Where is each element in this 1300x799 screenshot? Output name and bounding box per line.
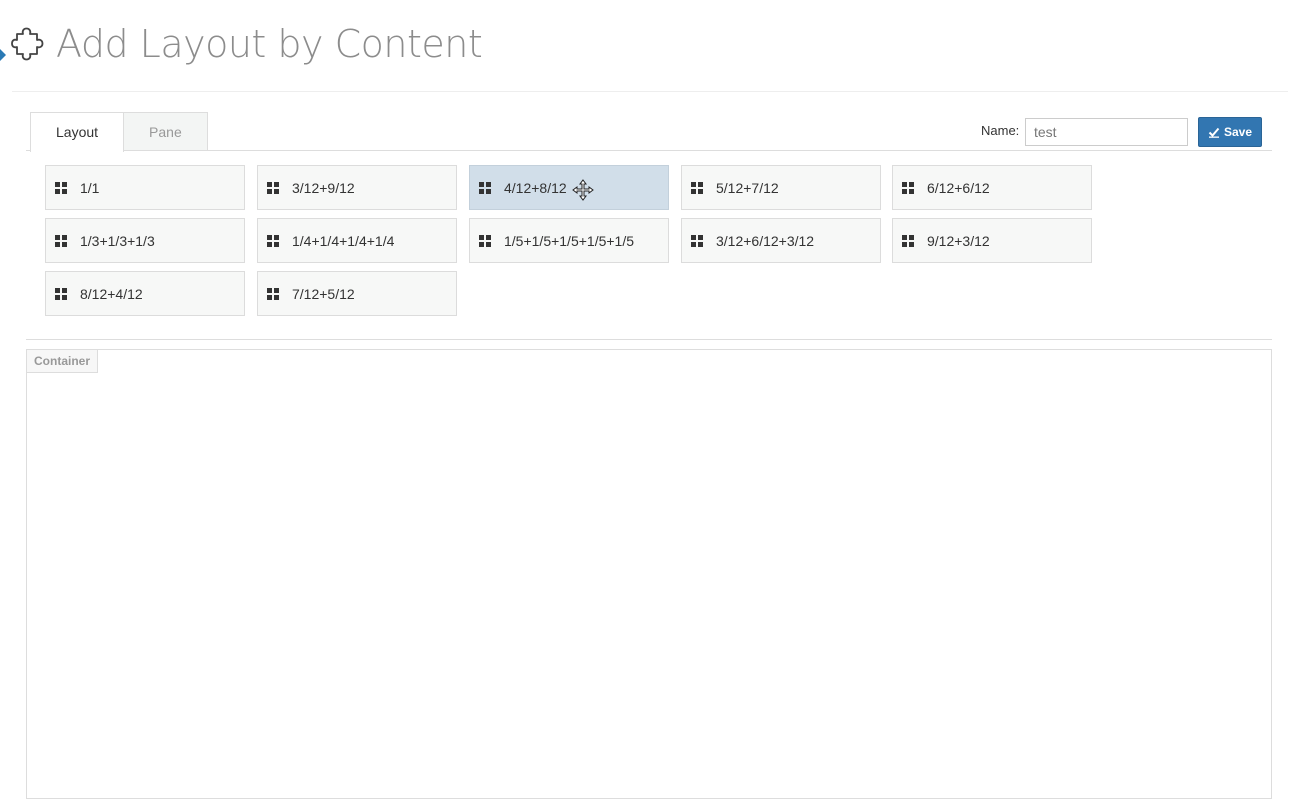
- active-page-marker: [0, 49, 6, 61]
- grid-icon: [55, 287, 67, 300]
- grid-icon: [691, 181, 703, 194]
- save-button-label: Save: [1223, 125, 1253, 139]
- layout-label: 1/3+1/3+1/3: [80, 232, 155, 249]
- grid-icon: [267, 287, 279, 300]
- layout-label: 9/12+3/12: [927, 232, 990, 249]
- layout-label: 1/5+1/5+1/5+1/5+1/5: [504, 232, 635, 249]
- layout-item-3-6-3[interactable]: 3/12+6/12+3/12: [681, 218, 881, 263]
- layout-label: 5/12+7/12: [716, 179, 779, 196]
- grid-icon: [691, 234, 703, 247]
- header-divider: [12, 91, 1288, 92]
- layout-item-thirds[interactable]: 1/3+1/3+1/3: [45, 218, 245, 263]
- puzzle-icon: [11, 27, 44, 61]
- save-button[interactable]: Save: [1198, 117, 1262, 147]
- layout-item-8-4[interactable]: 8/12+4/12: [45, 271, 245, 316]
- layout-item-3-9[interactable]: 3/12+9/12: [257, 165, 457, 210]
- grid-icon: [267, 181, 279, 194]
- layout-item-9-3[interactable]: 9/12+3/12: [892, 218, 1092, 263]
- grid-icon: [902, 234, 914, 247]
- layout-item-1-1[interactable]: 1/1: [45, 165, 245, 210]
- tabs-divider: [26, 150, 1272, 151]
- tab-pane[interactable]: Pane: [124, 112, 208, 151]
- page-title: Add Layout by Content: [56, 22, 483, 66]
- page-header: Add Layout by Content: [10, 22, 483, 66]
- grid-icon: [902, 181, 914, 194]
- tab-bar: Layout Pane: [30, 112, 208, 152]
- layout-item-fifths[interactable]: 1/5+1/5+1/5+1/5+1/5: [469, 218, 669, 263]
- layout-item-4-8[interactable]: 4/12+8/12: [469, 165, 669, 210]
- layout-label: 6/12+6/12: [927, 179, 990, 196]
- grid-icon: [479, 234, 491, 247]
- layout-label: 3/12+6/12+3/12: [716, 232, 815, 249]
- layout-label: 7/12+5/12: [292, 285, 355, 302]
- container-dropzone[interactable]: Container: [26, 349, 1272, 799]
- container-label: Container: [27, 350, 99, 373]
- layout-item-5-7[interactable]: 5/12+7/12: [681, 165, 881, 210]
- layout-item-7-5[interactable]: 7/12+5/12: [257, 271, 457, 316]
- layouts-divider: [26, 339, 1272, 340]
- name-label: Name:: [981, 123, 1020, 138]
- name-input[interactable]: [1025, 118, 1188, 146]
- layout-label: 3/12+9/12: [292, 179, 355, 196]
- layout-item-6-6[interactable]: 6/12+6/12: [892, 165, 1092, 210]
- layout-label: 1/1: [80, 179, 100, 196]
- layout-item-quarters[interactable]: 1/4+1/4+1/4+1/4: [257, 218, 457, 263]
- grid-icon: [479, 181, 491, 194]
- grid-icon: [55, 181, 67, 194]
- grid-icon: [267, 234, 279, 247]
- layout-label: 4/12+8/12: [504, 179, 567, 196]
- grid-icon: [55, 234, 67, 247]
- check-icon: [1208, 127, 1220, 138]
- tab-layout[interactable]: Layout: [30, 112, 125, 152]
- layout-label: 1/4+1/4+1/4+1/4: [292, 232, 395, 249]
- layout-label: 8/12+4/12: [80, 285, 143, 302]
